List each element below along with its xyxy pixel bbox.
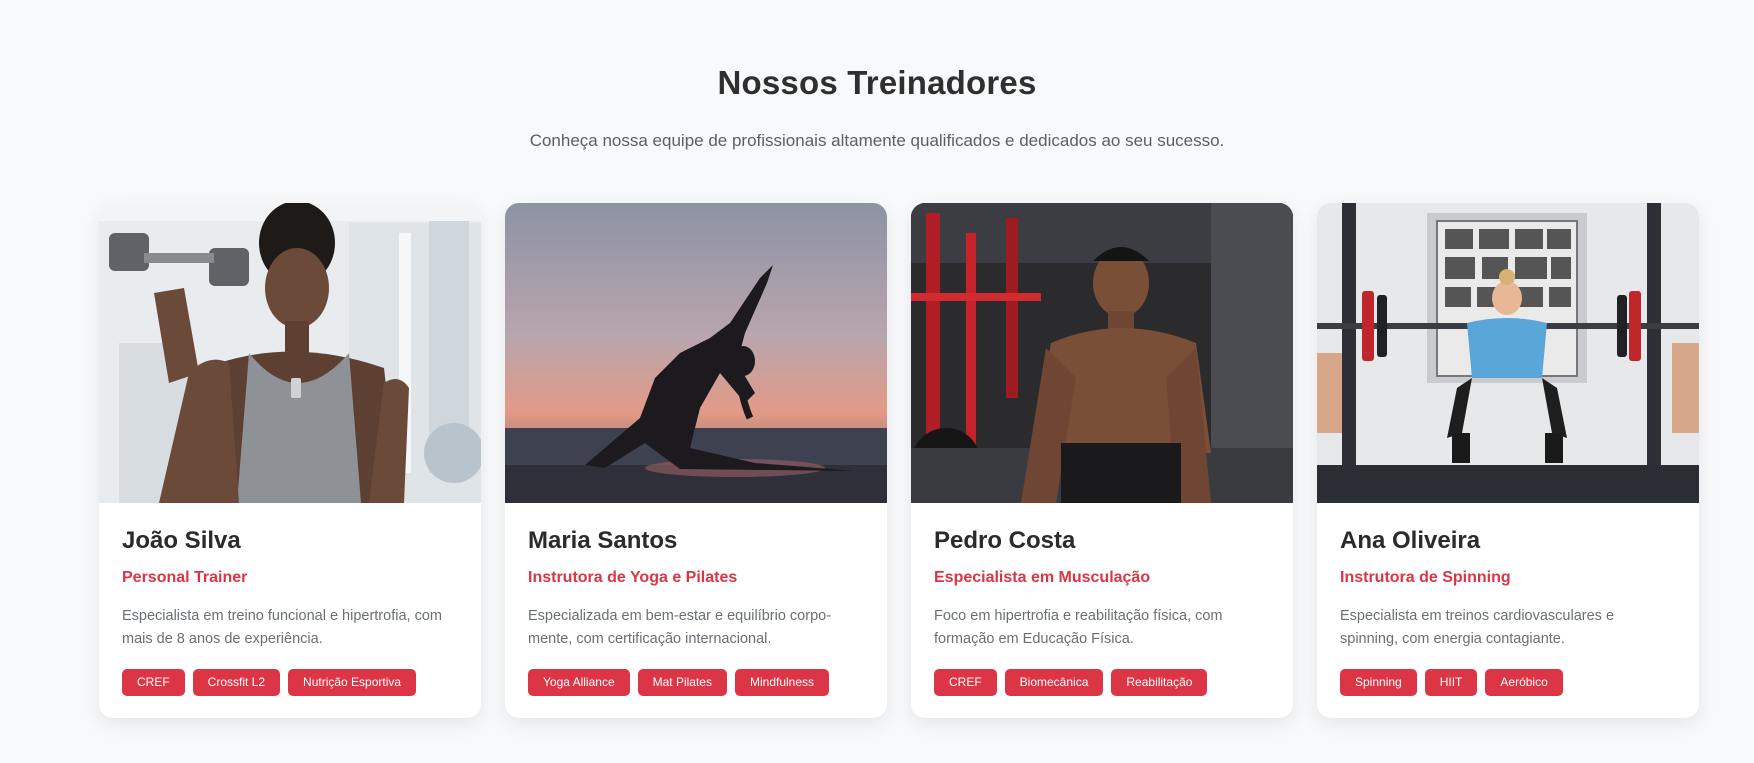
trainer-name: Ana Oliveira <box>1340 527 1481 554</box>
gym-man-training-photo <box>911 203 1293 503</box>
certification-tag: Spinning <box>1340 669 1417 696</box>
certification-tag: Nutrição Esportiva <box>288 669 417 696</box>
trainer-description: Especialista em treino funcional e hiper… <box>122 608 442 647</box>
trainer-role: Personal Trainer <box>122 569 248 586</box>
gym-man-dumbbell-photo <box>99 203 481 503</box>
certification-tag: CREF <box>934 669 997 696</box>
certification-tag: Reabilitação <box>1111 669 1208 696</box>
certification-tag: Mindfulness <box>734 669 830 696</box>
trainer-card[interactable]: Maria Santos Instrutora de Yoga e Pilate… <box>505 203 887 718</box>
trainer-role: Especialista em Musculação <box>934 569 1151 586</box>
section-title: Nossos Treinadores <box>717 64 1037 101</box>
trainer-tags: Yoga Alliance Mat Pilates Mindfulness <box>528 669 864 696</box>
certification-tag: CREF <box>122 669 185 696</box>
woman-squat-rack-photo <box>1317 203 1699 503</box>
trainer-card[interactable]: Pedro Costa Especialista em Musculação F… <box>911 203 1293 718</box>
trainer-tags: Spinning HIIT Aeróbico <box>1340 669 1676 696</box>
trainer-description: Especializada em bem-estar e equilíbrio … <box>528 608 832 647</box>
trainer-card[interactable]: João Silva Personal Trainer Especialista… <box>99 203 481 718</box>
trainer-tags: CREF Biomecânica Reabilitação <box>934 669 1270 696</box>
trainer-name: Pedro Costa <box>934 527 1076 554</box>
trainer-photo <box>911 203 1293 503</box>
trainer-tags: CREF Crossfit L2 Nutrição Esportiva <box>122 669 458 696</box>
trainer-role: Instrutora de Spinning <box>1340 569 1511 586</box>
trainer-role: Instrutora de Yoga e Pilates <box>528 569 738 586</box>
trainer-photo <box>1317 203 1699 503</box>
certification-tag: Biomecânica <box>1004 669 1104 696</box>
trainer-card[interactable]: Ana Oliveira Instrutora de Spinning Espe… <box>1317 203 1699 718</box>
trainer-name: João Silva <box>122 527 241 554</box>
trainers-grid: João Silva Personal Trainer Especialista… <box>99 203 1699 718</box>
trainer-description: Foco em hipertrofia e reabilitação físic… <box>934 608 1223 647</box>
trainer-photo <box>505 203 887 503</box>
trainer-description: Especialista em treinos cardiovasculares… <box>1340 608 1615 647</box>
trainers-section: Nossos Treinadores Conheça nossa equipe … <box>0 0 1754 763</box>
certification-tag: Crossfit L2 <box>192 669 281 696</box>
certification-tag: Aeróbico <box>1485 669 1563 696</box>
trainer-photo <box>99 203 481 503</box>
certification-tag: Mat Pilates <box>637 669 727 696</box>
certification-tag: Yoga Alliance <box>528 669 630 696</box>
certification-tag: HIIT <box>1424 669 1478 696</box>
trainer-name: Maria Santos <box>528 527 678 554</box>
section-subtitle: Conheça nossa equipe de profissionais al… <box>529 131 1225 150</box>
yoga-silhouette-sunset-photo <box>505 203 887 503</box>
